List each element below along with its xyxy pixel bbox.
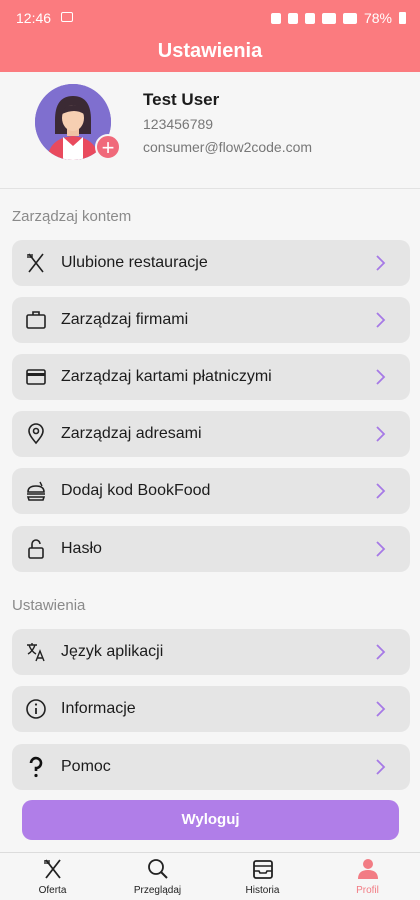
- question-mark-icon: [29, 756, 43, 778]
- chevron-right-icon: [376, 426, 386, 442]
- menu-label: Hasło: [61, 540, 102, 557]
- user-email: consumer@flow2code.com: [143, 139, 313, 155]
- menu-label: Ulubione restauracje: [61, 254, 208, 271]
- status-icons: 78%: [270, 10, 406, 26]
- battery-percent: 78%: [363, 10, 392, 26]
- menu-item-cards[interactable]: Zarządzaj kartami płatniczymi: [12, 354, 410, 400]
- search-icon: [148, 859, 168, 879]
- chevron-right-icon: [376, 759, 386, 775]
- battery-icon: [399, 12, 406, 24]
- gallery-notification-icon: [61, 12, 73, 22]
- nav-item-browse[interactable]: Przeglądaj: [105, 853, 210, 900]
- signal-icon: [342, 12, 357, 24]
- add-photo-button[interactable]: +: [95, 134, 121, 160]
- menu-item-password[interactable]: Hasło: [12, 526, 410, 572]
- chevron-right-icon: [376, 255, 386, 271]
- menu-item-help[interactable]: Pomoc: [12, 744, 410, 790]
- menu-label: Zarządzaj kartami płatniczymi: [61, 368, 272, 385]
- alarm-icon: [270, 12, 281, 24]
- user-name: Test User: [143, 90, 220, 109]
- menu-item-info[interactable]: Informacje: [12, 686, 410, 732]
- info-icon: [26, 699, 46, 719]
- nav-label: Oferta: [38, 885, 67, 896]
- chevron-right-icon: [376, 483, 386, 499]
- nav-label: Historia: [245, 885, 280, 896]
- nav-item-history[interactable]: Historia: [210, 853, 315, 900]
- chevron-right-icon: [376, 541, 386, 557]
- menu-item-companies[interactable]: Zarządzaj firmami: [12, 297, 410, 343]
- section-title-account: Zarządzaj kontem: [12, 208, 132, 225]
- fork-knife-icon: [27, 253, 44, 273]
- status-time: 12:46: [16, 10, 52, 26]
- mute-icon: [287, 12, 298, 24]
- wifi-icon: [321, 12, 336, 24]
- section-title-settings: Ustawienia: [12, 597, 86, 614]
- page-title: Ustawienia: [157, 40, 263, 62]
- user-phone: 123456789: [143, 116, 214, 132]
- nav-label: Przeglądaj: [133, 885, 182, 896]
- nav-item-offer[interactable]: Oferta: [0, 853, 105, 900]
- menu-label: Pomoc: [61, 758, 111, 775]
- person-icon: [358, 859, 378, 879]
- menu-item-addresses[interactable]: Zarządzaj adresami: [12, 411, 410, 457]
- menu-item-bookfood[interactable]: Dodaj kod BookFood: [12, 468, 410, 514]
- menu-label: Informacje: [61, 700, 136, 717]
- menu-item-favorites[interactable]: Ulubione restauracje: [12, 240, 410, 286]
- app-bar: Ustawienia: [0, 34, 420, 72]
- logout-button[interactable]: Wyloguj: [22, 800, 399, 840]
- menu-label: Język aplikacji: [61, 643, 164, 660]
- chevron-right-icon: [376, 312, 386, 328]
- profile-header: + Test User 123456789 consumer@flow2code…: [0, 72, 420, 184]
- bottom-nav: Oferta Przeglądaj Historia Profil: [0, 852, 420, 900]
- archive-box-icon: [253, 860, 273, 879]
- divider: [0, 188, 420, 189]
- chevron-right-icon: [376, 369, 386, 385]
- nav-label: Profil: [356, 885, 379, 896]
- status-bar: 12:46 78%: [0, 0, 420, 34]
- lock-icon: [28, 539, 44, 559]
- chevron-right-icon: [376, 701, 386, 717]
- location-pin-icon: [28, 423, 44, 445]
- fast-food-icon: [26, 481, 46, 501]
- nav-item-profile[interactable]: Profil: [315, 853, 420, 900]
- menu-label: Zarządzaj firmami: [61, 311, 189, 328]
- fork-knife-icon: [44, 859, 61, 879]
- credit-card-icon: [26, 369, 46, 385]
- location-icon: [304, 12, 315, 24]
- menu-label: Zarządzaj adresami: [61, 425, 202, 442]
- menu-item-language[interactable]: Język aplikacji: [12, 629, 410, 675]
- briefcase-icon: [26, 311, 46, 329]
- chevron-right-icon: [376, 644, 386, 660]
- translate-icon: [27, 643, 45, 662]
- menu-label: Dodaj kod BookFood: [61, 482, 211, 499]
